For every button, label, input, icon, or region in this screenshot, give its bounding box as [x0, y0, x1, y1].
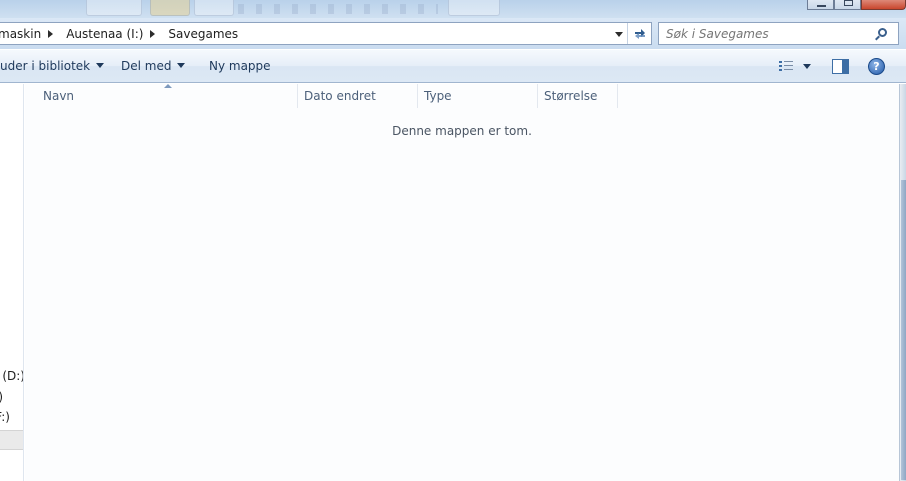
minimize-button[interactable]	[807, 0, 834, 10]
breadcrumb-separator-icon[interactable]	[48, 29, 54, 38]
share-with-button[interactable]: Del med	[117, 50, 189, 83]
include-in-library-button[interactable]: uder i bibliotek	[0, 50, 108, 83]
vertical-scrollbar[interactable]	[899, 84, 906, 481]
address-row: maskin Austenaa (I:) Savegames	[0, 18, 906, 49]
window-controls	[807, 0, 906, 10]
view-details-icon[interactable]	[779, 61, 793, 72]
close-button[interactable]	[861, 0, 906, 10]
column-header-type[interactable]: Type	[418, 84, 538, 108]
chevron-down-icon[interactable]	[803, 64, 811, 69]
breadcrumb-label: Savegames	[168, 26, 239, 41]
taskbar-ghost-button	[150, 0, 190, 16]
taskbar-ghost-button	[194, 0, 234, 16]
breadcrumb-item[interactable]: Savegames	[168, 23, 244, 44]
maximize-button[interactable]	[834, 0, 861, 10]
breadcrumb-separator-icon[interactable]	[150, 29, 156, 38]
search-input[interactable]	[658, 22, 899, 45]
title-bar	[0, 0, 906, 18]
search-icon[interactable]	[878, 28, 887, 37]
nav-item-drive[interactable]: n (D:)	[0, 367, 23, 385]
taskbar-ghost-button	[448, 0, 500, 16]
refresh-icon	[634, 28, 645, 39]
column-header-date-modified[interactable]: Dato endret	[298, 84, 418, 108]
help-icon[interactable]: ?	[868, 58, 885, 75]
share-with-label: Del med	[121, 59, 172, 73]
minimize-icon	[817, 0, 826, 7]
include-in-library-label: uder i bibliotek	[0, 59, 91, 73]
breadcrumb-label: maskin	[0, 26, 42, 41]
nav-pane-selection	[0, 430, 23, 450]
nav-item-drive[interactable]: )	[0, 388, 3, 406]
breadcrumb-item[interactable]: maskin	[0, 23, 66, 44]
breadcrumb-item[interactable]: Austenaa (I:)	[66, 23, 168, 44]
empty-folder-message: Denne mappen er tom.	[392, 124, 532, 138]
title-bar-background-pattern	[238, 4, 438, 14]
breadcrumb[interactable]: maskin Austenaa (I:) Savegames	[0, 22, 652, 45]
chevron-down-icon	[96, 63, 105, 68]
column-header-size[interactable]: Størrelse	[538, 84, 618, 108]
preview-pane-icon[interactable]	[832, 59, 849, 74]
column-header-name[interactable]: Navn	[37, 84, 298, 108]
column-headers: Navn Dato endret Type Størrelse	[25, 84, 899, 108]
breadcrumb-label: Austenaa (I:)	[66, 26, 144, 41]
taskbar-ghost-button	[86, 0, 142, 16]
chevron-down-icon[interactable]	[615, 32, 623, 37]
new-folder-button[interactable]: Ny mappe	[205, 50, 275, 83]
file-list[interactable]: Navn Dato endret Type Størrelse Denne ma…	[25, 84, 899, 481]
new-folder-label: Ny mappe	[209, 59, 271, 73]
navigation-pane[interactable]: n (D:) ) F:)	[0, 84, 24, 481]
nav-item-drive[interactable]: F:)	[0, 408, 10, 426]
chevron-down-icon	[177, 63, 186, 68]
refresh-button[interactable]	[627, 23, 651, 44]
command-bar: uder i bibliotek Del med Ny mappe ?	[0, 49, 906, 83]
maximize-icon	[844, 0, 853, 6]
